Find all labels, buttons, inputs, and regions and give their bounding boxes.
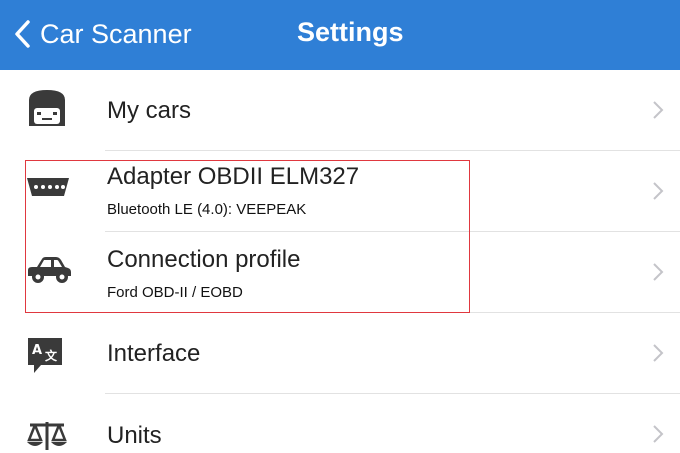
- svg-text:文: 文: [45, 348, 58, 363]
- settings-item-label: Units: [107, 422, 162, 449]
- settings-item-label: My cars: [107, 97, 191, 124]
- highlight-box: [25, 160, 470, 313]
- svg-text:A: A: [32, 343, 42, 358]
- settings-item-interface[interactable]: A 文 Interface: [0, 313, 680, 393]
- translate-icon: A 文: [28, 338, 62, 373]
- chevron-right-icon: [653, 344, 664, 362]
- scales-icon: [27, 422, 67, 450]
- chevron-right-icon: [653, 182, 664, 200]
- chevron-left-icon: [15, 20, 30, 48]
- back-button[interactable]: Car Scanner: [14, 14, 192, 54]
- back-button-label: Car Scanner: [40, 18, 192, 49]
- settings-item-units[interactable]: Units: [0, 394, 680, 453]
- settings-item-label: Interface: [107, 340, 201, 367]
- chevron-right-icon: [653, 263, 664, 281]
- navigation-bar: Car Scanner Settings: [0, 0, 680, 70]
- chevron-right-icon: [653, 425, 664, 443]
- chevron-right-icon: [653, 101, 664, 119]
- settings-item-my-cars[interactable]: My cars: [0, 70, 680, 150]
- garage-icon: [29, 90, 65, 126]
- page-title: Settings: [297, 17, 404, 47]
